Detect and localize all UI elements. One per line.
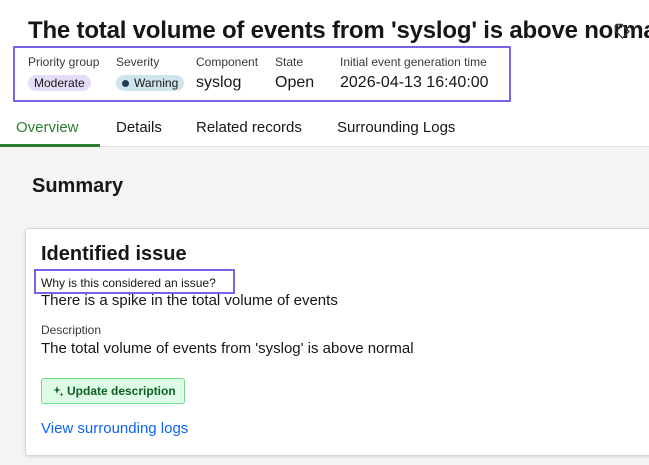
initial-event-time-label: Initial event generation time [340, 55, 487, 69]
identified-issue-card: Identified issue Why is this considered … [25, 228, 649, 456]
tab-surrounding-logs[interactable]: Surrounding Logs [337, 119, 455, 136]
title-row: The total volume of events from 'syslog'… [28, 14, 649, 48]
overview-content: Summary Identified issue Why is this con… [0, 147, 649, 465]
priority-group-field: Priority group Moderate [28, 55, 99, 92]
sparkle-icon [53, 386, 64, 397]
tab-related-records[interactable]: Related records [196, 119, 302, 136]
description-value: The total volume of events from 'syslog'… [41, 340, 414, 357]
severity-value: Warning [134, 76, 179, 90]
initial-event-time-field: Initial event generation time 2026-04-13… [340, 55, 489, 92]
severity-label: Severity [116, 55, 160, 69]
card-title: Identified issue [41, 243, 187, 265]
tab-overview[interactable]: Overview [16, 119, 79, 136]
severity-field: Severity Warning [116, 55, 185, 92]
summary-heading: Summary [32, 175, 124, 197]
why-label: Why is this considered an issue? [41, 276, 216, 290]
component-field: Component syslog [196, 55, 258, 92]
view-surrounding-logs-link[interactable]: View surrounding logs [41, 420, 188, 437]
why-value: There is a spike in the total volume of … [41, 292, 338, 309]
tab-bar: Overview Details Related records Surroun… [0, 113, 649, 147]
state-field: State Open [275, 55, 314, 92]
priority-badge: Moderate [28, 75, 91, 91]
priority-group-label: Priority group [28, 55, 100, 69]
update-description-label: Update description [67, 384, 176, 398]
component-value: syslog [196, 74, 242, 91]
severity-badge: Warning [116, 75, 185, 91]
component-label: Component [196, 55, 259, 69]
event-metadata-panel: Priority group Moderate Severity Warning… [13, 46, 511, 102]
initial-event-time-value: 2026-04-13 16:40:00 [340, 74, 489, 91]
state-label: State [275, 55, 304, 69]
update-description-button[interactable]: Update description [41, 378, 185, 404]
severity-dot-icon [122, 79, 129, 87]
tag-icon[interactable] [613, 22, 631, 40]
page-title: The total volume of events from 'syslog'… [28, 17, 649, 44]
state-value: Open [275, 74, 315, 91]
description-label: Description [41, 323, 102, 337]
tab-details[interactable]: Details [116, 119, 162, 136]
